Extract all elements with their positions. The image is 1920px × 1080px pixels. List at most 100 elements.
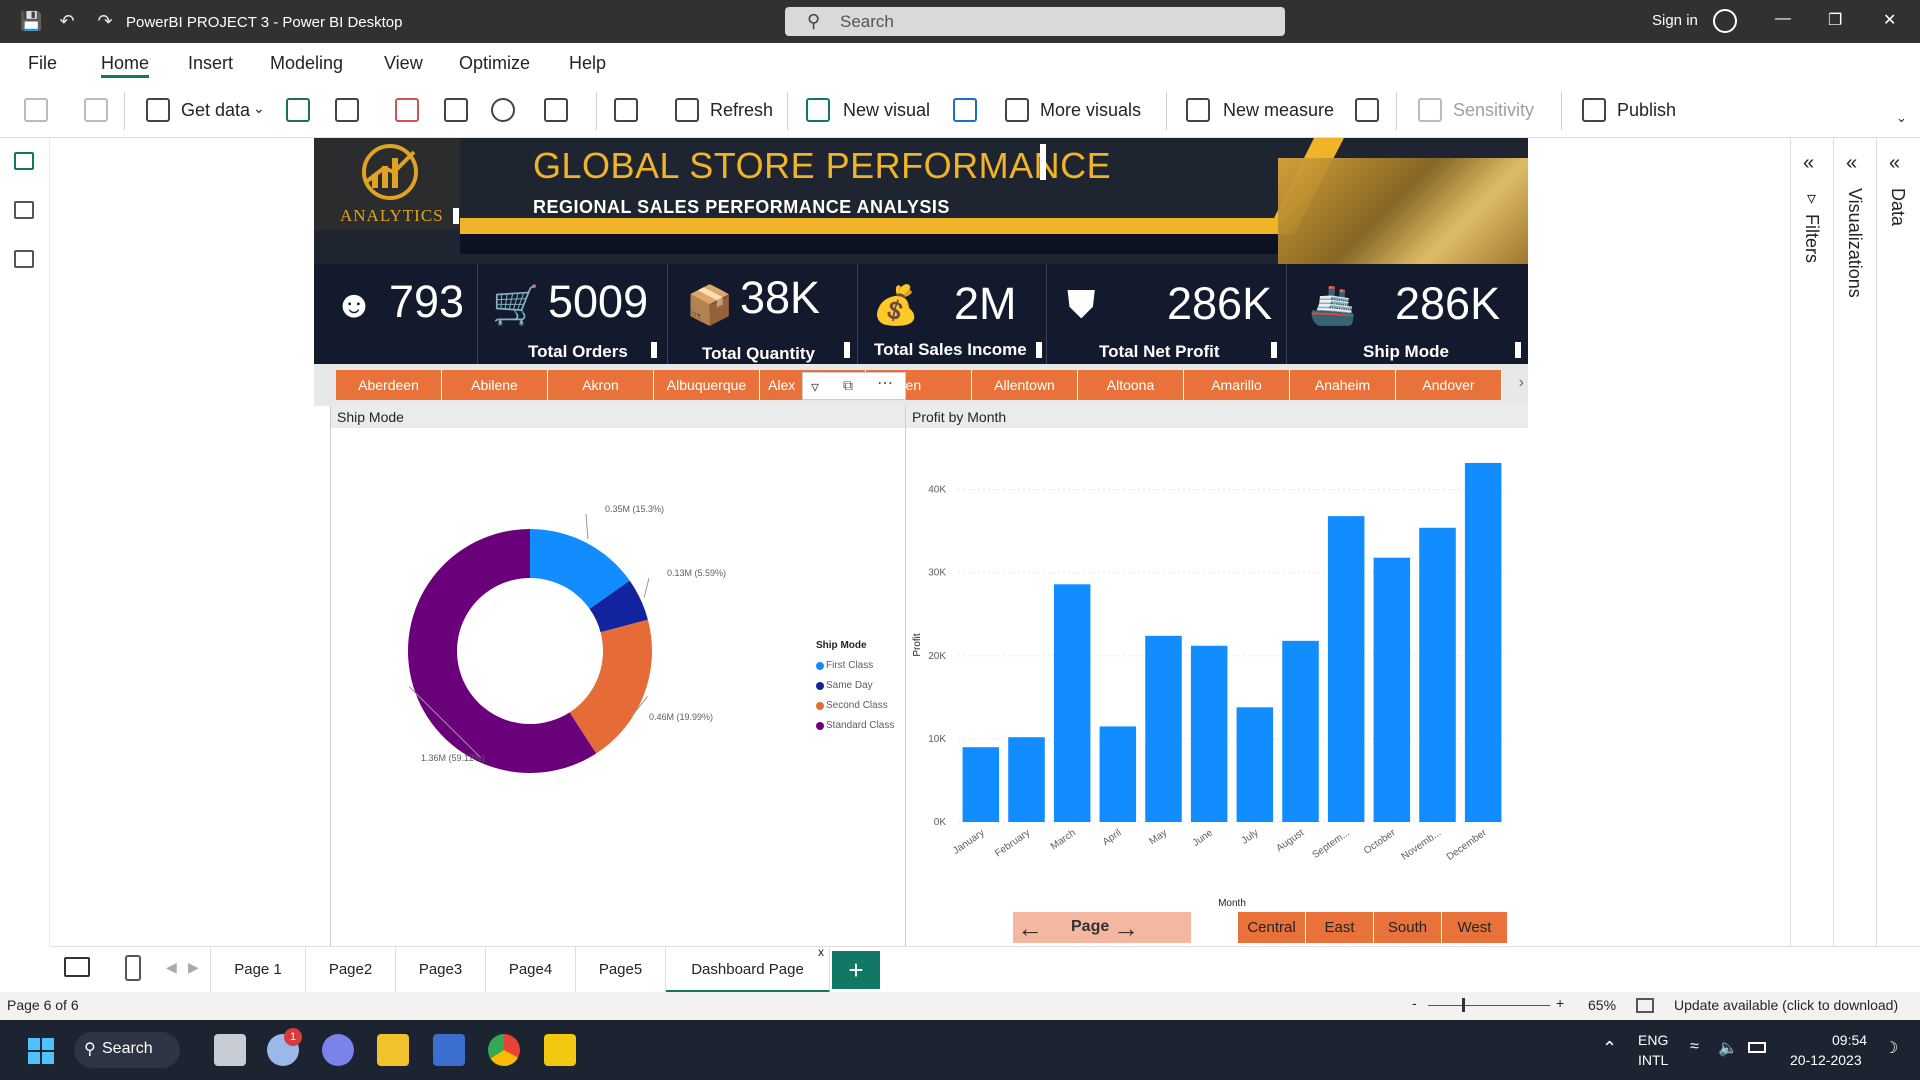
recent-sources-icon[interactable] <box>544 98 568 122</box>
sql-icon[interactable] <box>395 98 419 122</box>
filter-icon[interactable]: ▿ <box>811 377 819 397</box>
redo-icon[interactable]: ↷ <box>95 11 115 31</box>
tab-page-5[interactable]: Page5 <box>576 947 666 993</box>
clock-time[interactable]: 09:54 <box>1832 1032 1867 1048</box>
save-icon[interactable]: 💾 <box>20 11 42 31</box>
refresh-button[interactable]: Refresh <box>710 100 773 121</box>
bar[interactable] <box>1282 640 1319 822</box>
bar[interactable] <box>1464 462 1502 822</box>
fit-to-page-icon[interactable] <box>1636 998 1654 1013</box>
menu-help[interactable]: Help <box>569 53 606 74</box>
store-icon[interactable] <box>433 1034 465 1066</box>
teams-icon[interactable] <box>322 1034 354 1066</box>
city-button[interactable]: Andover <box>1396 370 1502 400</box>
menu-file[interactable]: File <box>28 53 57 74</box>
region-button-east[interactable]: East <box>1306 912 1374 943</box>
zoom-slider[interactable] <box>1428 1005 1550 1006</box>
undo-icon[interactable]: ↶ <box>57 11 77 31</box>
update-notice[interactable]: Update available (click to download) <box>1674 997 1898 1013</box>
city-button[interactable]: Allentown <box>972 370 1078 400</box>
transform-data-icon[interactable] <box>614 98 638 122</box>
minimize-icon[interactable]: — <box>1775 10 1791 28</box>
bar[interactable] <box>1419 527 1456 822</box>
language-secondary[interactable]: INTL <box>1638 1052 1668 1068</box>
visualizations-pane[interactable]: « Visualizations <box>1833 138 1876 946</box>
report-view-icon[interactable] <box>14 152 34 170</box>
close-tab-icon[interactable]: x <box>818 945 824 959</box>
tab-page-1[interactable]: Page 1 <box>210 947 306 993</box>
close-icon[interactable]: ✕ <box>1883 10 1896 30</box>
more-visuals-button[interactable]: More visuals <box>1040 100 1141 121</box>
tab-page-3[interactable]: Page3 <box>396 947 486 993</box>
model-view-icon[interactable] <box>14 250 34 268</box>
ribbon-collapse-icon[interactable]: ⌄ <box>1896 110 1907 126</box>
tab-page-2[interactable]: Page2 <box>306 947 396 993</box>
legend-item[interactable]: Second Class <box>816 696 894 716</box>
zoom-in-icon[interactable]: + <box>1556 995 1564 1011</box>
arrow-left-icon[interactable]: ← <box>1017 913 1043 944</box>
dataverse-icon[interactable] <box>491 98 515 122</box>
zoom-slider-thumb[interactable] <box>1462 998 1465 1012</box>
enter-data-icon[interactable] <box>444 98 468 122</box>
file-explorer-icon[interactable] <box>377 1034 409 1066</box>
region-button-south[interactable]: South <box>1374 912 1442 943</box>
excel-icon[interactable] <box>286 98 310 122</box>
bar[interactable] <box>1008 737 1045 822</box>
mobile-layout-icon[interactable] <box>125 955 141 981</box>
paste-icon[interactable] <box>24 98 48 122</box>
sensitivity-button[interactable]: Sensitivity <box>1453 100 1534 121</box>
volume-icon[interactable]: 🔈 <box>1718 1038 1738 1058</box>
chevron-left-icon[interactable]: « <box>1803 152 1814 175</box>
task-view-icon[interactable] <box>214 1034 246 1066</box>
region-button-central[interactable]: Central <box>1238 912 1306 943</box>
powerbi-icon[interactable] <box>544 1034 576 1066</box>
page-navigator[interactable]: ← Page → <box>1013 912 1191 943</box>
onelake-icon[interactable] <box>335 98 359 122</box>
tab-scroll-right-icon[interactable]: ▶ <box>188 959 199 976</box>
ship-mode-visual[interactable]: Ship Mode 0.35M (15.3%) 0.13M (5.59%) 0.46… <box>330 406 906 946</box>
bar[interactable] <box>1236 707 1274 822</box>
search-input[interactable]: ⚲ Search <box>785 7 1285 36</box>
format-painter-icon[interactable] <box>84 98 108 122</box>
taskbar-search[interactable]: Search ⚲ <box>74 1032 180 1068</box>
more-options-icon[interactable]: ⋯ <box>877 373 893 393</box>
chevron-right-icon[interactable]: › <box>1519 374 1524 392</box>
chevron-left-icon[interactable]: « <box>1846 152 1857 175</box>
data-pane[interactable]: « Data <box>1876 138 1919 946</box>
menu-modeling[interactable]: Modeling <box>270 53 343 74</box>
zoom-out-icon[interactable]: - <box>1412 995 1417 1011</box>
bar[interactable] <box>1190 645 1228 822</box>
menu-insert[interactable]: Insert <box>188 53 233 74</box>
bar[interactable] <box>1053 584 1091 822</box>
quick-measure-icon[interactable] <box>1355 98 1379 122</box>
region-button-west[interactable]: West <box>1442 912 1508 943</box>
add-page-button[interactable]: + <box>832 951 880 989</box>
chevron-down-icon[interactable]: ⌄ <box>253 100 265 117</box>
city-button[interactable]: Altoona <box>1078 370 1184 400</box>
legend-item[interactable]: Standard Class <box>816 716 894 736</box>
tab-scroll-left-icon[interactable]: ◀ <box>166 959 177 976</box>
windows-start-icon[interactable] <box>28 1038 54 1064</box>
bar[interactable] <box>962 747 1000 822</box>
text-box-icon[interactable] <box>953 98 977 122</box>
chevron-left-icon[interactable]: « <box>1889 152 1900 175</box>
chrome-icon[interactable] <box>488 1034 520 1066</box>
tab-dashboard-page[interactable]: Dashboard Page <box>666 947 830 993</box>
clock-date[interactable]: 20-12-2023 <box>1790 1052 1862 1068</box>
desktop-layout-icon[interactable] <box>64 957 90 977</box>
publish-button[interactable]: Publish <box>1617 100 1676 121</box>
new-visual-button[interactable]: New visual <box>843 100 930 121</box>
city-button[interactable]: Abilene <box>442 370 548 400</box>
menu-view[interactable]: View <box>384 53 423 74</box>
legend-item[interactable]: First Class <box>816 656 894 676</box>
sign-in-button[interactable]: Sign in <box>1652 12 1698 29</box>
new-measure-button[interactable]: New measure <box>1223 100 1334 121</box>
wifi-icon[interactable]: ≈ <box>1690 1038 1699 1056</box>
language-primary[interactable]: ENG <box>1638 1032 1668 1048</box>
battery-icon[interactable] <box>1748 1042 1766 1053</box>
city-button[interactable]: Amarillo <box>1184 370 1290 400</box>
restore-icon[interactable]: ❐ <box>1828 10 1842 30</box>
bar[interactable] <box>1145 635 1182 822</box>
bar[interactable] <box>1327 516 1365 822</box>
bar[interactable] <box>1099 726 1137 822</box>
